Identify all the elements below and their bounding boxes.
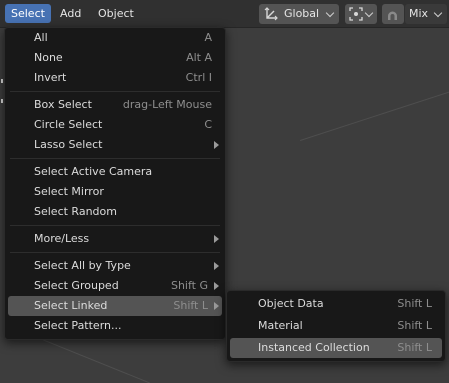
submenu-item-instanced-collection[interactable]: Instanced Collection Shift L: [230, 338, 442, 358]
submenu-item-object-data[interactable]: Object Data Shift L: [230, 294, 442, 314]
select-linked-submenu: Object Data Shift L Material Shift L Instanc…: [226, 290, 446, 362]
menu-item-shortcut: Shift L: [173, 299, 208, 312]
menu-item-select-random[interactable]: Select Random: [8, 202, 222, 222]
orientation-icon: [264, 7, 278, 21]
viewport-header: Select Add Object Global Mix: [0, 0, 449, 28]
menu-item-label: Lasso Select: [34, 138, 103, 151]
menu-item-label: Select All by Type: [34, 259, 131, 272]
submenu-arrow-icon: [214, 282, 219, 290]
menu-item-select-linked[interactable]: Select Linked Shift L: [8, 296, 222, 316]
viewport-grid-line: [300, 78, 449, 141]
submenu-arrow-icon: [214, 262, 219, 270]
menu-item-label: Circle Select: [34, 118, 103, 131]
viewport-dot: [1, 99, 3, 103]
menu-item-shortcut: Ctrl I: [185, 71, 212, 84]
snap-toggle[interactable]: [382, 4, 404, 24]
pivot-point-dropdown[interactable]: [345, 4, 377, 24]
select-menu: All A None Alt A Invert Ctrl I Box Select drag-…: [4, 27, 226, 340]
menu-separator: [10, 252, 220, 253]
submenu-item-label: Material: [258, 319, 303, 332]
menu-item-select-grouped[interactable]: Select Grouped Shift G: [8, 276, 222, 296]
submenu-item-label: Object Data: [258, 297, 324, 310]
menu-item-box-select[interactable]: Box Select drag-Left Mouse: [8, 95, 222, 115]
submenu-item-material[interactable]: Material Shift L: [230, 316, 442, 336]
menu-item-shortcut: A: [204, 31, 212, 44]
menu-separator: [10, 91, 220, 92]
menu-separator: [10, 158, 220, 159]
menu-select[interactable]: Select: [5, 4, 51, 23]
menu-item-label: All: [34, 31, 48, 44]
menu-item-label: Select Random: [34, 205, 117, 218]
menu-item-select-active-camera[interactable]: Select Active Camera: [8, 162, 222, 182]
menu-item-label: Select Linked: [34, 299, 108, 312]
submenu-arrow-icon: [214, 302, 219, 310]
menu-item-select-all-by-type[interactable]: Select All by Type: [8, 256, 222, 276]
submenu-item-shortcut: Shift L: [397, 297, 432, 310]
menu-item-label: None: [34, 51, 63, 64]
menu-item-shortcut: Alt A: [186, 51, 212, 64]
menu-item-more-less[interactable]: More/Less: [8, 229, 222, 249]
submenu-item-shortcut: Shift L: [397, 341, 432, 354]
chevron-down-icon: [433, 8, 443, 18]
menu-item-select-pattern[interactable]: Select Pattern...: [8, 316, 222, 336]
snap-target-dropdown[interactable]: Mix: [405, 4, 447, 24]
menu-item-label: Select Pattern...: [34, 319, 122, 332]
menu-item-select-mirror[interactable]: Select Mirror: [8, 182, 222, 202]
menu-add[interactable]: Add: [54, 4, 87, 23]
pivot-icon: [349, 7, 363, 21]
menu-item-shortcut: drag-Left Mouse: [122, 98, 212, 111]
mix-label: Mix: [409, 7, 429, 20]
submenu-item-label: Instanced Collection: [258, 341, 370, 354]
menu-item-none[interactable]: None Alt A: [8, 48, 222, 68]
menu-item-label: Select Active Camera: [34, 165, 153, 178]
menu-object[interactable]: Object: [92, 4, 140, 23]
menu-item-circle-select[interactable]: Circle Select C: [8, 115, 222, 135]
chevron-down-icon: [364, 8, 374, 18]
menu-item-label: Select Mirror: [34, 185, 104, 198]
menu-item-label: Box Select: [34, 98, 92, 111]
menu-separator: [10, 225, 220, 226]
submenu-item-shortcut: Shift L: [397, 319, 432, 332]
orientation-label: Global: [284, 7, 320, 20]
menu-item-lasso-select[interactable]: Lasso Select: [8, 135, 222, 155]
menu-item-shortcut: Shift G: [170, 279, 208, 292]
submenu-arrow-icon: [214, 235, 219, 243]
transform-orientation-dropdown[interactable]: Global: [259, 4, 339, 24]
menu-item-label: More/Less: [34, 232, 90, 245]
viewport-dot: [1, 79, 3, 83]
chevron-down-icon: [325, 8, 335, 18]
snap-icon: [388, 11, 397, 20]
menu-item-label: Select Grouped: [34, 279, 119, 292]
menu-item-shortcut: C: [204, 118, 212, 131]
menu-item-all[interactable]: All A: [8, 28, 222, 48]
menu-item-invert[interactable]: Invert Ctrl I: [8, 68, 222, 88]
menu-item-label: Invert: [34, 71, 67, 84]
submenu-arrow-icon: [214, 141, 219, 149]
